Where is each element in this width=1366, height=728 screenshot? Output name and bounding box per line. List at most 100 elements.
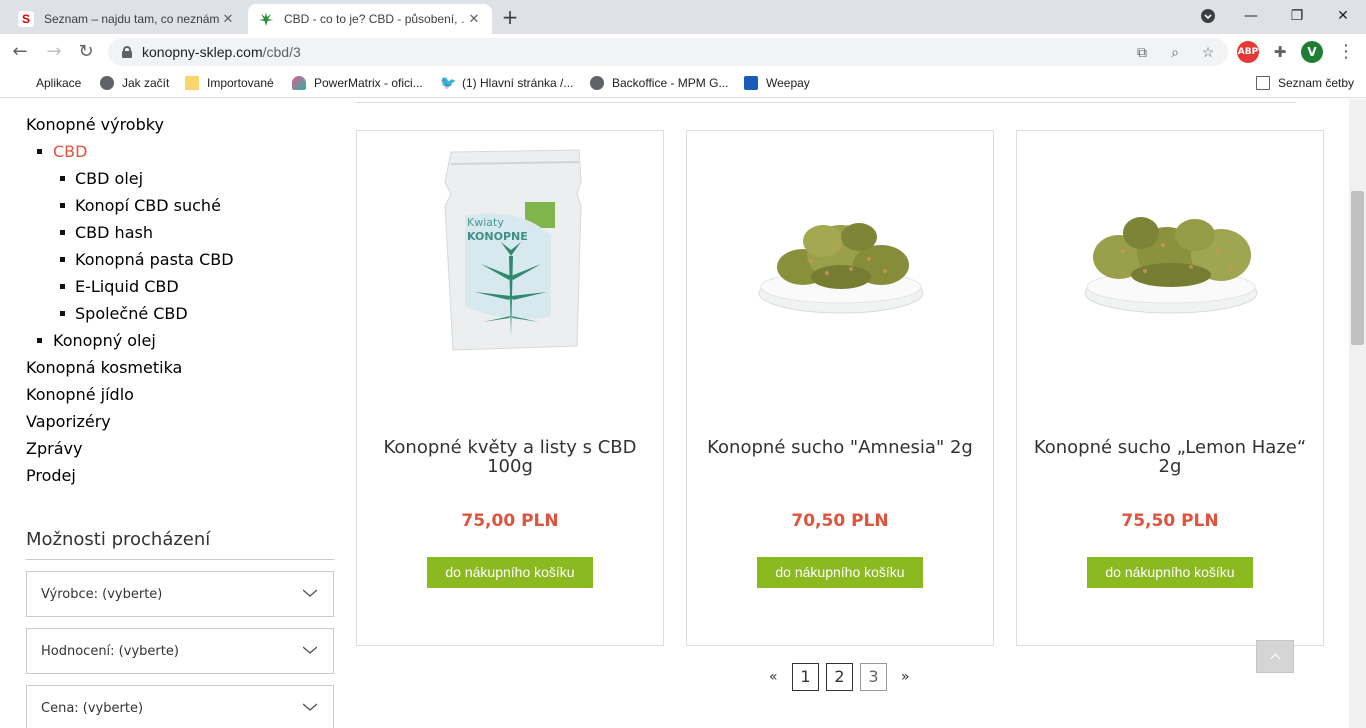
close-icon[interactable]: ✕ (220, 11, 236, 27)
tab-cbd[interactable]: CBD - co to je? CBD - působení, … ✕ (248, 4, 492, 34)
page-1-link[interactable]: 1 (792, 663, 819, 691)
category-label: E-Liquid CBD (75, 277, 179, 296)
category-cbd-hash[interactable]: CBD hash (75, 223, 153, 242)
product-name[interactable]: Konopné sucho "Amnesia" 2g (697, 438, 983, 457)
category-label: Konopná kosmetika (26, 358, 183, 377)
category-label: CBD (53, 142, 88, 161)
bookmark-weepay[interactable]: Weepay (744, 76, 810, 90)
svg-text:KONOPNE: KONOPNE (467, 230, 528, 243)
dried-buds-dish-image[interactable] (1047, 141, 1295, 361)
category-konopne-vyrobky[interactable]: Konopné výrobky (26, 115, 164, 134)
manufacturer-filter-select[interactable]: Výrobce: (vyberte) (26, 571, 334, 617)
scrollbar-thumb[interactable] (1351, 191, 1364, 345)
bullet-icon (37, 338, 42, 343)
category-label: Konopná pasta CBD (75, 250, 234, 269)
profile-avatar[interactable]: V (1301, 41, 1323, 63)
category-konopny-olej[interactable]: Konopný olej (53, 331, 156, 350)
lock-icon (122, 46, 132, 58)
adblock-plus-icon[interactable]: ABP (1237, 41, 1259, 63)
category-label: Prodej (26, 466, 76, 485)
bookmark-powermatrix[interactable]: PowerMatrix - ofici... (292, 76, 423, 90)
bullet-icon (37, 149, 42, 154)
tab-seznam[interactable]: S Seznam – najdu tam, co neznám ✕ (8, 4, 246, 34)
extensions-puzzle-icon[interactable]: ✚ (1269, 41, 1291, 63)
category-label: Vaporizéry (26, 412, 111, 431)
close-icon[interactable]: ✕ (466, 11, 482, 27)
close-window-button[interactable]: ✕ (1328, 2, 1358, 30)
globe-icon (100, 76, 114, 90)
category-zpravy[interactable]: Zprávy (26, 439, 82, 458)
page-2-link[interactable]: 2 (826, 663, 853, 691)
forward-icon[interactable]: → (42, 40, 66, 64)
bullet-icon (60, 284, 65, 289)
category-vaporizery[interactable]: Vaporizéry (26, 412, 111, 431)
cbd-bag-image[interactable]: Kwiaty KONOPNE (387, 141, 635, 361)
category-konopna-kosmetika[interactable]: Konopná kosmetika (26, 358, 182, 377)
svg-text:Kwiaty: Kwiaty (467, 216, 504, 229)
maximize-button[interactable]: ❐ (1282, 2, 1312, 30)
category-spolecne-cbd[interactable]: Společné CBD (75, 304, 188, 323)
product-price: 70,50 PLN (791, 511, 889, 531)
product-name[interactable]: Konopné květy a listy s CBD 100g (367, 438, 653, 476)
bookmark-jak-zacit[interactable]: Jak začít (100, 76, 169, 90)
add-to-cart-button[interactable]: do nákupního košíku (1087, 557, 1253, 588)
abp-label: ABP (1237, 47, 1259, 57)
bookmarks-bar: Aplikace Jak začít Importované PowerMatr… (0, 70, 1366, 98)
zoom-icon[interactable]: ⌕ (1165, 42, 1185, 62)
chevron-down-icon (303, 646, 317, 654)
page-3-current: 3 (860, 663, 887, 691)
web-page: Konopné výrobky CBD CBD olej Konopí CBD … (0, 99, 1366, 728)
bullet-icon (60, 176, 65, 181)
tab-title: CBD - co to je? CBD - působení, … (284, 12, 466, 26)
pagination-prev[interactable]: « (769, 669, 778, 685)
category-cbd[interactable]: CBD (53, 142, 87, 161)
menu-kebab-icon[interactable]: ⋮ (1334, 40, 1358, 64)
weepay-icon (744, 76, 758, 90)
bookmark-label: Backoffice - MPM G... (612, 76, 729, 90)
product-name[interactable]: Konopné sucho „Lemon Haze“ 2g (1027, 438, 1313, 476)
bookmark-label: Weepay (766, 76, 810, 90)
filter-label: Výrobce: (vyberte) (41, 586, 163, 602)
powermatrix-icon (292, 76, 306, 90)
minimize-button[interactable]: — (1236, 2, 1266, 30)
category-e-liquid-cbd[interactable]: E-Liquid CBD (75, 277, 179, 296)
category-konopi-cbd-suche[interactable]: Konopí CBD suché (75, 196, 221, 215)
reading-list-icon (1256, 76, 1270, 90)
add-to-cart-button[interactable]: do nákupního košíku (427, 557, 593, 588)
category-label: Konopný olej (53, 331, 156, 350)
page-scrollbar[interactable] (1349, 99, 1366, 728)
pagination-next[interactable]: » (901, 669, 910, 685)
bookmark-apps[interactable]: Aplikace (14, 76, 81, 90)
category-cbd-olej[interactable]: CBD olej (75, 169, 143, 188)
dried-buds-dish-image[interactable] (717, 141, 965, 361)
filter-label: Hodnocení: (vyberte) (41, 643, 179, 659)
add-to-cart-button[interactable]: do nákupního košíku (757, 557, 923, 588)
new-tab-button[interactable]: + (498, 6, 522, 30)
bookmark-twitter[interactable]: 🐦 (1) Hlavní stránka /... (440, 76, 574, 91)
bullet-icon (60, 230, 65, 235)
back-icon[interactable]: ← (8, 40, 32, 64)
tab-strip: S Seznam – najdu tam, co neznám ✕ CBD - … (0, 0, 1366, 34)
rating-filter-select[interactable]: Hodnocení: (vyberte) (26, 628, 334, 674)
scroll-to-top-button[interactable] (1256, 640, 1294, 673)
reload-icon[interactable]: ↻ (74, 40, 98, 64)
browser-toolbar: ← → ↻ konopny-sklep.com/cbd/3 ⧉ ⌕ ☆ ABP … (0, 34, 1366, 70)
bookmark-importovane[interactable]: Importované (185, 76, 274, 90)
category-konopne-jidlo[interactable]: Konopné jídlo (26, 385, 134, 404)
translate-icon[interactable]: ⧉ (1132, 42, 1152, 62)
divider (356, 102, 1296, 103)
price-filter-select[interactable]: Cena: (vyberte) (26, 685, 334, 728)
category-label: Konopí CBD suché (75, 196, 221, 215)
star-icon[interactable]: ☆ (1198, 42, 1218, 62)
bookmark-backoffice[interactable]: Backoffice - MPM G... (590, 76, 728, 90)
category-prodej[interactable]: Prodej (26, 466, 76, 485)
filter-label: Cena: (vyberte) (41, 700, 144, 716)
address-bar[interactable]: konopny-sklep.com/cbd/3 ⧉ ⌕ ☆ (108, 38, 1228, 66)
category-konopna-pasta-cbd[interactable]: Konopná pasta CBD (75, 250, 234, 269)
tab-search-icon[interactable] (1193, 2, 1223, 33)
product-card: Konopné sucho „Lemon Haze“ 2g 75,50 PLN … (1016, 130, 1324, 646)
reading-list[interactable]: Seznam četby (1256, 76, 1354, 90)
browse-options-title: Možnosti procházení (26, 529, 211, 550)
bookmark-label: (1) Hlavní stránka /... (462, 76, 574, 90)
bullet-icon (60, 257, 65, 262)
